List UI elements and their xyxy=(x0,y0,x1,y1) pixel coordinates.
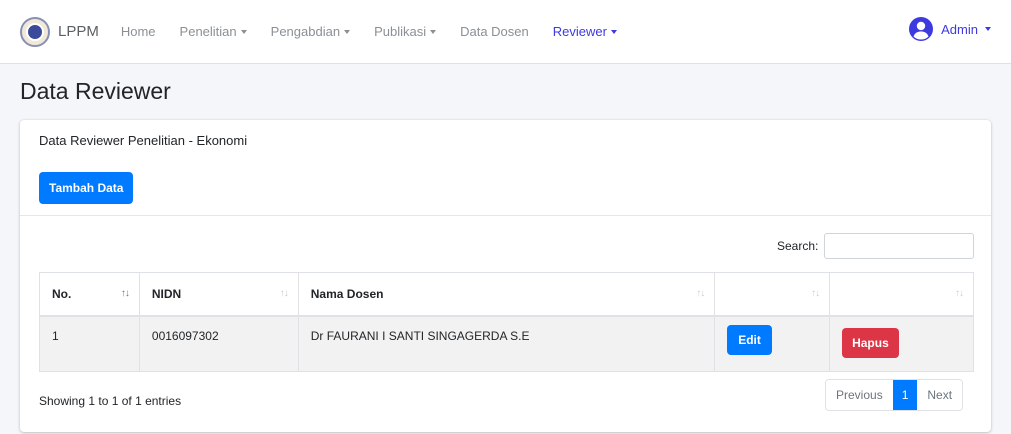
cell-edit: Edit xyxy=(714,315,831,372)
pagination-page-1[interactable]: 1 xyxy=(892,380,918,410)
nav-item-home[interactable]: Home xyxy=(121,24,156,39)
column-header-edit[interactable]: ↑↓ xyxy=(714,272,831,317)
reviewer-card: Data Reviewer Penelitian - Ekonomi Tamba… xyxy=(20,120,991,432)
nav-item-label: Pengabdian xyxy=(270,24,341,39)
caret-down-icon xyxy=(430,29,437,34)
university-logo-icon xyxy=(20,16,50,47)
nav-item-label: Home xyxy=(120,24,156,39)
nav-item-pengabdian[interactable]: Pengabdian xyxy=(270,24,351,39)
cell-no: 1 xyxy=(39,315,140,372)
table-header-row: No. ↑↓ NIDN ↑↓ Nama Dosen ↑↓ ↑↓ ↑↓ xyxy=(39,272,974,317)
column-label: No. xyxy=(52,286,72,301)
card-subtitle: Data Reviewer Penelitian - Ekonomi xyxy=(39,133,248,148)
brand-name: LPPM xyxy=(58,23,99,40)
cell-hapus: Hapus xyxy=(829,315,974,372)
nav-item-label: Penelitian xyxy=(179,24,237,39)
column-header-nidn[interactable]: NIDN ↑↓ xyxy=(138,272,299,317)
nav-item-penelitian[interactable]: Penelitian xyxy=(180,24,247,39)
search-input[interactable] xyxy=(824,233,974,259)
pagination-next[interactable]: Next xyxy=(917,380,963,410)
user-name: Admin xyxy=(941,21,978,37)
column-header-no[interactable]: No. ↑↓ xyxy=(39,272,140,317)
search-label: Search: xyxy=(777,239,819,253)
sort-asc-icon: ↑↓ xyxy=(120,288,130,299)
sort-icon: ↑↓ xyxy=(279,288,289,299)
sort-icon: ↑↓ xyxy=(696,288,705,299)
column-header-hapus[interactable]: ↑↓ xyxy=(829,272,974,317)
pagination-previous[interactable]: Previous xyxy=(826,380,893,410)
nav-item-data-dosen[interactable]: Data Dosen xyxy=(460,24,529,39)
cell-nama-dosen: Dr FAURANI I SANTI SINGAGERDA S.E xyxy=(297,315,716,372)
page-title: Data Reviewer xyxy=(20,78,171,104)
nav-item-label: Data Dosen xyxy=(460,24,529,39)
navbar: LPPM Home Penelitian Pengabdian Publikas… xyxy=(0,0,1011,64)
table-row: 1 0016097302 Dr FAURANI I SANTI SINGAGER… xyxy=(39,315,974,372)
add-data-button[interactable]: Tambah Data xyxy=(39,172,134,204)
caret-down-icon xyxy=(610,29,617,34)
user-circle-icon xyxy=(909,17,934,41)
reviewer-table: No. ↑↓ NIDN ↑↓ Nama Dosen ↑↓ ↑↓ ↑↓ 1 001609… xyxy=(39,272,974,372)
caret-down-icon xyxy=(344,29,351,34)
brand-link[interactable]: LPPM xyxy=(20,16,99,47)
edit-button[interactable]: Edit xyxy=(727,324,772,355)
user-menu[interactable]: Admin xyxy=(909,17,991,41)
caret-down-icon xyxy=(985,27,991,31)
nav-item-publikasi[interactable]: Publikasi xyxy=(374,24,437,39)
table-info: Showing 1 to 1 of 1 entries xyxy=(39,394,182,408)
main-nav: Home Penelitian Pengabdian Publikasi Dat… xyxy=(121,24,641,39)
cell-nidn: 0016097302 xyxy=(138,315,299,372)
delete-button[interactable]: Hapus xyxy=(842,327,899,358)
nav-item-label: Reviewer xyxy=(552,24,607,39)
card-header: Data Reviewer Penelitian - Ekonomi Tamba… xyxy=(20,120,991,216)
pagination: Previous 1 Next xyxy=(825,379,964,411)
column-label: Nama Dosen xyxy=(310,286,384,301)
sort-icon: ↑↓ xyxy=(955,288,964,299)
column-label: NIDN xyxy=(151,286,182,301)
nav-item-reviewer[interactable]: Reviewer xyxy=(553,24,617,39)
sort-icon: ↑↓ xyxy=(811,288,820,299)
caret-down-icon xyxy=(240,29,247,34)
nav-item-label: Publikasi xyxy=(374,24,427,39)
column-header-nama-dosen[interactable]: Nama Dosen ↑↓ xyxy=(297,272,716,317)
